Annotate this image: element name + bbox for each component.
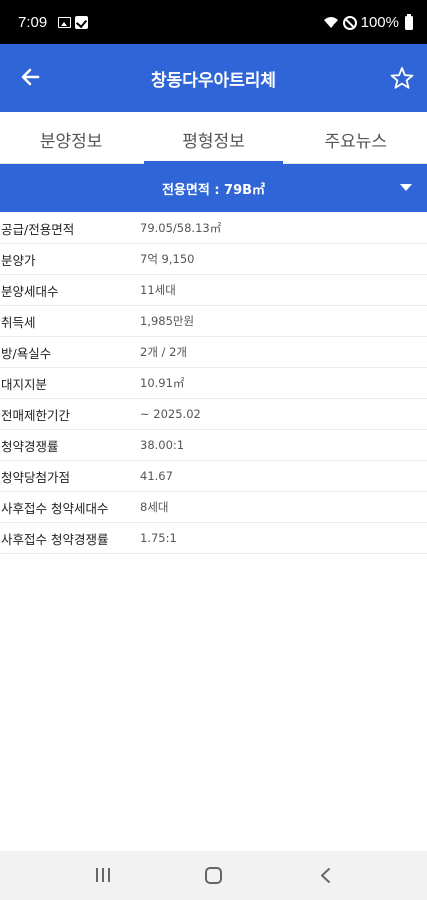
page-title: 창동다우아트리체 xyxy=(150,71,277,91)
info-label: 청약당첨가점 xyxy=(1,469,71,485)
info-row: 청약경쟁률 38.00:1 xyxy=(0,430,427,461)
info-value: 38.00:1 xyxy=(140,438,185,452)
info-value: 41.67 xyxy=(140,469,173,483)
info-label: 분양가 xyxy=(1,252,36,268)
status-time: 7:09 xyxy=(18,14,48,31)
info-value: 1.75:1 xyxy=(140,531,177,545)
home-icon[interactable] xyxy=(205,867,222,884)
info-label: 대지지분 xyxy=(1,376,48,392)
info-value: 1,985만원 xyxy=(140,314,195,328)
info-value: ~ 2025.02 xyxy=(140,407,201,421)
checkbox-notification-icon xyxy=(75,16,88,29)
system-back-icon[interactable] xyxy=(318,867,334,884)
info-row: 공급/전용면적 79.05/58.13㎡ xyxy=(0,213,427,244)
status-indicators: 100% xyxy=(323,13,413,31)
area-selector-dropdown[interactable]: 전용면적 : 79B㎡ xyxy=(0,164,427,212)
info-value: 10.91㎡ xyxy=(140,376,185,390)
info-row: 전매제한기간 ~ 2025.02 xyxy=(0,399,427,430)
info-value: 2개 / 2개 xyxy=(140,345,187,359)
info-value: 79.05/58.13㎡ xyxy=(140,221,222,235)
status-bar: 7:09 100% xyxy=(0,0,427,44)
info-row: 취득세 1,985만원 xyxy=(0,306,427,337)
info-row: 분양세대수 11세대 xyxy=(0,275,427,306)
info-row: 청약당첨가점 41.67 xyxy=(0,461,427,492)
battery-percent: 100% xyxy=(360,14,399,31)
info-label: 사후접수 청약세대수 xyxy=(1,500,109,516)
info-value: 8세대 xyxy=(140,500,169,514)
info-row: 사후접수 청약경쟁률 1.75:1 xyxy=(0,523,427,554)
do-not-disturb-icon xyxy=(342,15,357,30)
wifi-icon xyxy=(323,17,338,28)
system-nav-bar xyxy=(0,851,427,900)
dropdown-arrow-icon xyxy=(400,184,412,191)
tab-sale-info[interactable]: 분양정보 xyxy=(0,112,142,163)
info-label: 사후접수 청약경쟁률 xyxy=(1,531,109,547)
info-label: 분양세대수 xyxy=(1,283,59,299)
recent-apps-icon[interactable] xyxy=(95,868,111,882)
area-selector-label: 전용면적 : 79B㎡ xyxy=(161,183,266,198)
info-row: 사후접수 청약세대수 8세대 xyxy=(0,492,427,523)
info-value: 11세대 xyxy=(140,283,176,297)
info-row: 대지지분 10.91㎡ xyxy=(0,368,427,399)
tab-unit-info[interactable]: 평형정보 xyxy=(142,112,284,164)
info-row: 방/욕실수 2개 / 2개 xyxy=(0,337,427,368)
battery-icon xyxy=(405,13,413,30)
tab-main-news[interactable]: 주요뉴스 xyxy=(285,112,427,163)
tab-bar: 분양정보 평형정보 주요뉴스 xyxy=(0,112,427,164)
info-label: 전매제한기간 xyxy=(1,407,71,423)
unit-info-table: 공급/전용면적 79.05/58.13㎡ 분양가 7억 9,150 분양세대수 … xyxy=(0,213,427,554)
info-label: 취득세 xyxy=(1,314,36,330)
favorite-star-icon[interactable] xyxy=(387,64,417,94)
info-label: 방/욕실수 xyxy=(1,345,52,361)
info-row: 분양가 7억 9,150 xyxy=(0,244,427,275)
info-value: 7억 9,150 xyxy=(140,252,195,266)
info-label: 청약경쟁률 xyxy=(1,438,59,454)
info-label: 공급/전용면적 xyxy=(1,221,75,237)
app-bar: 창동다우아트리체 xyxy=(0,44,427,112)
gallery-notification-icon xyxy=(58,17,71,28)
